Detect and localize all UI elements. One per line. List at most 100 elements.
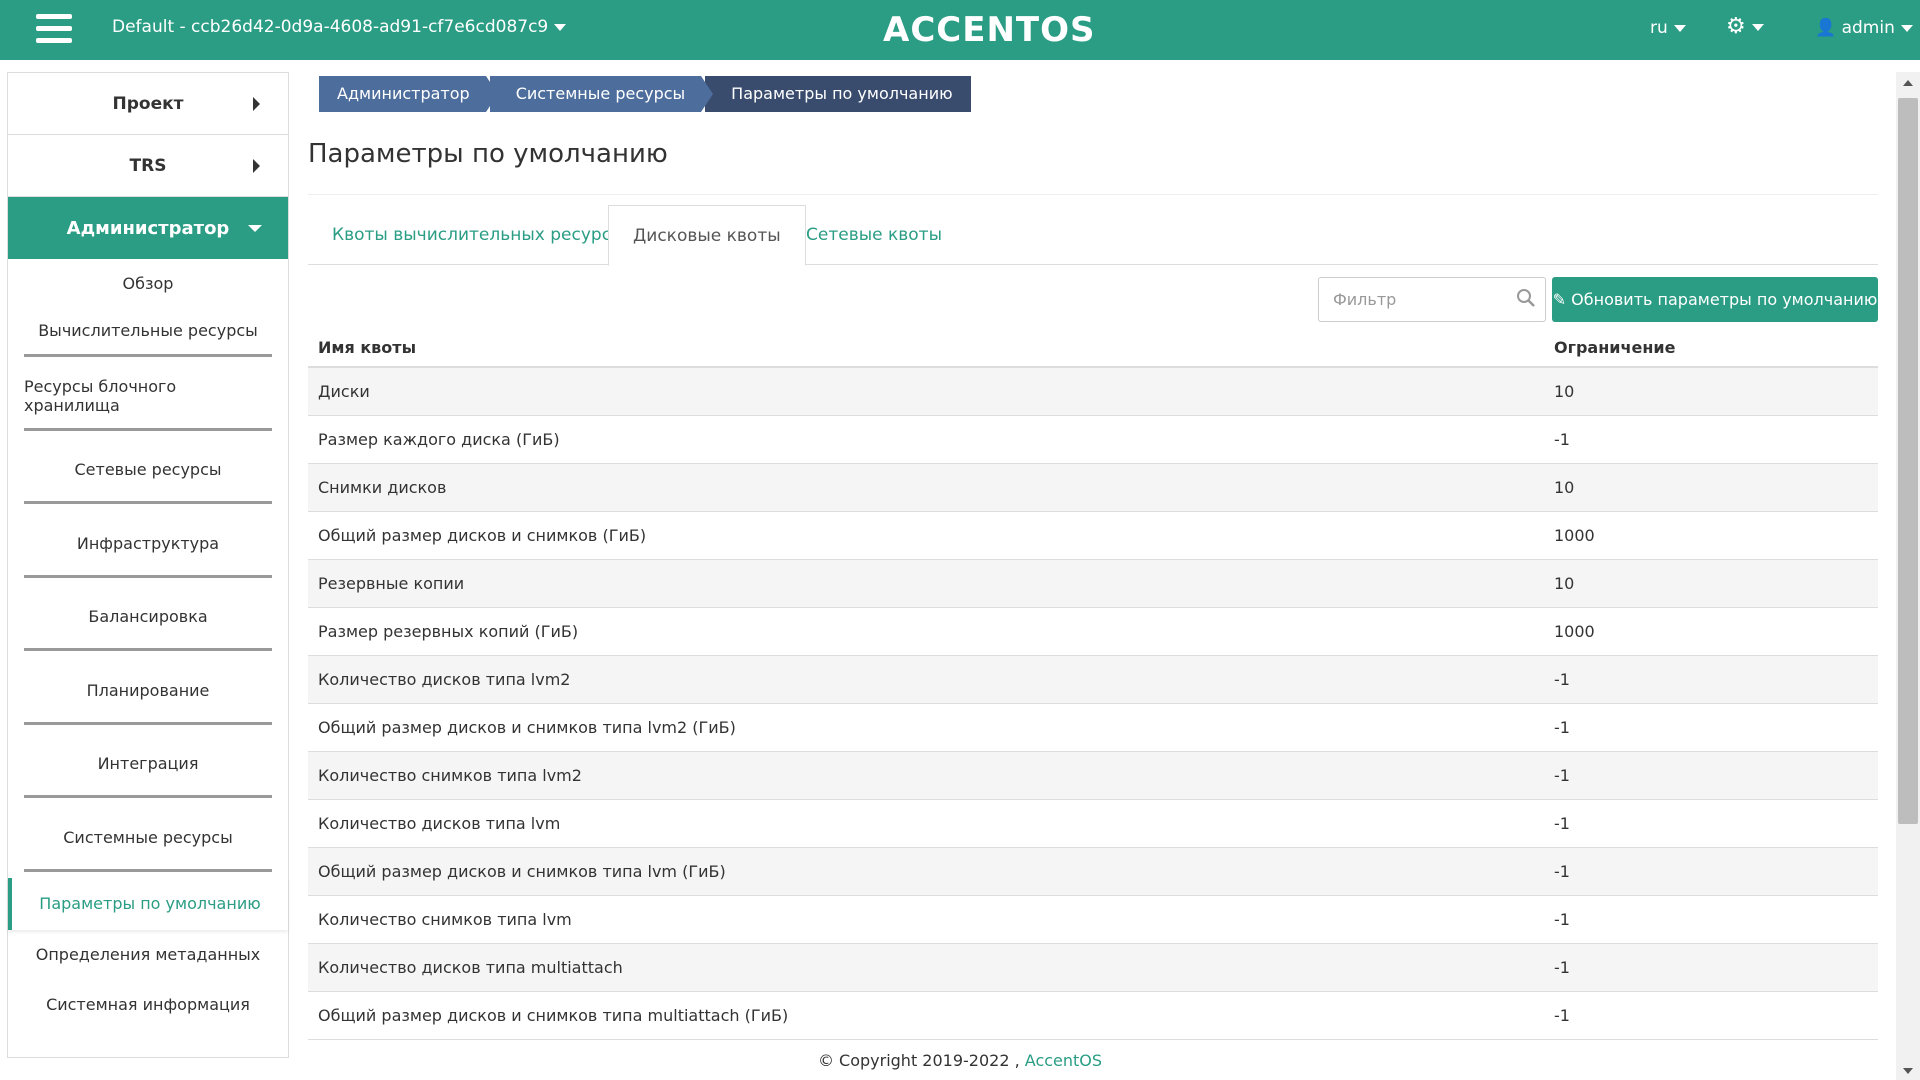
settings-menu[interactable]: ⚙ <box>1726 14 1764 39</box>
quota-name: Общий размер дисков и снимков типа multi… <box>318 1006 789 1025</box>
quota-limit: -1 <box>1554 766 1570 785</box>
quota-table: Имя квоты Ограничение Диски 10 Размер каж… <box>308 328 1878 1040</box>
sidebar-item-label: TRS <box>129 155 167 176</box>
table-row: Количество снимков типа lvm2 -1 <box>308 752 1878 800</box>
sidebar-subitem-metadata[interactable]: Определения метаданных <box>8 930 288 980</box>
table-row: Общий размер дисков и снимков (ГиБ) 1000 <box>308 512 1878 560</box>
table-row: Общий размер дисков и снимков типа lvm (… <box>308 848 1878 896</box>
table-row: Диски 10 <box>308 368 1878 416</box>
table-row: Количество дисков типа multiattach -1 <box>308 944 1878 992</box>
tab-volume-quotas[interactable]: Дисковые квоты <box>608 205 806 266</box>
sidebar-subitem-infrastructure[interactable]: Инфраструктура <box>24 504 272 578</box>
divider <box>308 194 1878 195</box>
chevron-down-icon <box>1900 24 1913 32</box>
sidebar-item-label: Администратор <box>66 217 230 239</box>
quota-limit: -1 <box>1554 430 1570 449</box>
quota-limit: 1000 <box>1554 622 1595 641</box>
chevron-down-icon <box>248 225 262 232</box>
sidebar-subitem-block-storage[interactable]: Ресурсы блочного хранилища <box>24 357 272 431</box>
sidebar-item-project[interactable]: Проект <box>8 73 288 135</box>
quota-name: Количество дисков типа lvm2 <box>318 670 571 689</box>
sidebar: Проект TRS Администратор Обзор Вычислите… <box>7 72 289 1058</box>
search-icon[interactable] <box>1516 288 1536 308</box>
page-title: Параметры по умолчанию <box>308 139 668 169</box>
quota-name: Размер каждого диска (ГиБ) <box>318 430 560 449</box>
sidebar-subitem-system-resources[interactable]: Системные ресурсы <box>24 798 272 872</box>
sidebar-item-label: Инфраструктура <box>76 533 220 553</box>
quota-limit: -1 <box>1554 718 1570 737</box>
sidebar-subitem-overview[interactable]: Обзор <box>24 259 272 307</box>
update-defaults-label: Обновить параметры по умолчанию <box>1571 290 1878 309</box>
quota-name: Резервные копии <box>318 574 465 593</box>
quota-name: Количество снимков типа lvm <box>318 910 572 929</box>
table-row: Снимки дисков 10 <box>308 464 1878 512</box>
column-header-name[interactable]: Имя квоты <box>308 338 1544 357</box>
tab-compute-quotas[interactable]: Квоты вычислительных ресурсов <box>308 205 655 265</box>
footer-link[interactable]: AccentOS <box>1025 1051 1102 1070</box>
breadcrumb: Администратор Системные ресурсы Параметр… <box>319 76 971 112</box>
tab-bar: Квоты вычислительных ресурсов Дисковые к… <box>308 205 1878 266</box>
menu-icon[interactable] <box>36 14 72 44</box>
footer: © Copyright 2019-2022 , AccentOS <box>0 1051 1920 1070</box>
quota-limit: 10 <box>1554 478 1575 497</box>
sidebar-item-label: Балансировка <box>88 607 208 627</box>
scrollbar-thumb[interactable] <box>1898 98 1918 824</box>
sidebar-item-label: Определения метаданных <box>35 945 261 964</box>
table-row: Общий размер дисков и снимков типа lvm2 … <box>308 704 1878 752</box>
breadcrumb-item-system-resources[interactable]: Системные ресурсы <box>489 76 714 112</box>
project-label: Default - ccb26d42-0d9a-4608-ad91-cf7e6c… <box>112 17 549 37</box>
sidebar-item-admin[interactable]: Администратор <box>8 197 288 259</box>
sidebar-item-label: Интеграция <box>97 754 199 774</box>
sidebar-item-label: Обзор <box>122 273 174 293</box>
sidebar-subitem-balancing[interactable]: Балансировка <box>24 578 272 651</box>
quota-name: Снимки дисков <box>318 478 447 497</box>
sidebar-subitem-scheduling[interactable]: Планирование <box>24 651 272 725</box>
logo: ACCENTOS <box>883 10 1096 50</box>
quota-limit: -1 <box>1554 958 1570 977</box>
sidebar-item-trs[interactable]: TRS <box>8 135 288 197</box>
column-header-limit[interactable]: Ограничение <box>1544 338 1878 357</box>
filter-input[interactable]: Фильтр <box>1318 277 1546 322</box>
quota-name: Количество дисков типа lvm <box>318 814 561 833</box>
quota-limit: -1 <box>1554 814 1570 833</box>
gear-icon: ⚙ <box>1726 14 1746 39</box>
sidebar-subitem-defaults[interactable]: Параметры по умолчанию <box>8 877 288 930</box>
sidebar-subitem-integration[interactable]: Интеграция <box>24 725 272 798</box>
table-row: Общий размер дисков и снимков типа multi… <box>308 992 1878 1040</box>
sidebar-subitem-network[interactable]: Сетевые ресурсы <box>24 431 272 504</box>
table-row: Размер каждого диска (ГиБ) -1 <box>308 416 1878 464</box>
pencil-icon: ✎ <box>1552 290 1572 309</box>
quota-limit: -1 <box>1554 910 1570 929</box>
sidebar-item-label: Сетевые ресурсы <box>74 460 222 480</box>
scroll-up-icon[interactable] <box>1903 80 1913 86</box>
sidebar-subitem-system-info[interactable]: Системная информация <box>8 980 288 1030</box>
user-menu[interactable]: 👤 admin <box>1815 18 1913 38</box>
user-icon: 👤 <box>1815 18 1842 38</box>
update-defaults-button[interactable]: ✎ Обновить параметры по умолчанию <box>1552 277 1878 322</box>
language-selector[interactable]: ru <box>1650 18 1686 38</box>
chevron-right-icon <box>253 159 260 173</box>
copyright-text: © Copyright 2019-2022 , <box>817 1051 1025 1070</box>
table-row: Резервные копии 10 <box>308 560 1878 608</box>
quota-limit: -1 <box>1554 670 1570 689</box>
chevron-down-icon <box>554 23 567 31</box>
quota-limit: 10 <box>1554 574 1575 593</box>
quota-name: Общий размер дисков и снимков типа lvm (… <box>318 862 726 881</box>
project-selector[interactable]: Default - ccb26d42-0d9a-4608-ad91-cf7e6c… <box>112 17 567 37</box>
quota-limit: 10 <box>1554 382 1575 401</box>
scroll-down-icon[interactable] <box>1903 1068 1913 1074</box>
sidebar-item-label: Вычислительные ресурсы <box>38 321 258 340</box>
sidebar-subitem-compute[interactable]: Вычислительные ресурсы <box>24 307 272 357</box>
sidebar-item-label: Планирование <box>86 680 210 700</box>
chevron-down-icon <box>1673 24 1686 32</box>
sidebar-item-label: Системные ресурсы <box>63 827 233 847</box>
chevron-down-icon <box>1751 23 1764 31</box>
breadcrumb-item-admin[interactable]: Администратор <box>319 76 498 112</box>
table-row: Количество снимков типа lvm -1 <box>308 896 1878 944</box>
sidebar-item-label: Ресурсы блочного хранилища <box>24 377 177 416</box>
language-label: ru <box>1650 18 1668 38</box>
table-row: Размер резервных копий (ГиБ) 1000 <box>308 608 1878 656</box>
quota-name: Размер резервных копий (ГиБ) <box>318 622 579 641</box>
quota-limit: -1 <box>1554 862 1570 881</box>
tab-network-quotas[interactable]: Сетевые квоты <box>782 205 966 265</box>
